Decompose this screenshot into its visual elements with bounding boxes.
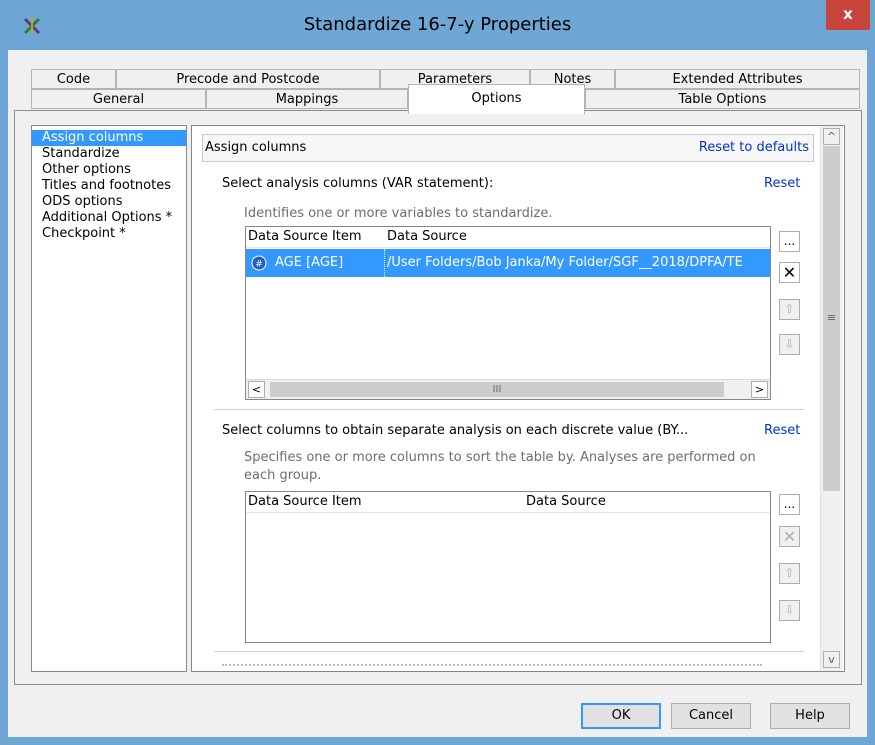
scroll-up-icon[interactable]: ^ <box>823 128 840 145</box>
col-header-item[interactable]: Data Source Item <box>248 494 362 509</box>
table-row[interactable]: # AGE [AGE] /User Folders/Bob Janka/My F… <box>246 249 770 277</box>
grid-header: Data Source Item Data Source <box>246 492 770 513</box>
move-down-by-button[interactable]: ⇩ <box>779 600 800 621</box>
move-up-var-button[interactable]: ⇧ <box>779 299 800 320</box>
tab-extended-attributes[interactable]: Extended Attributes <box>615 69 860 89</box>
grid-header: Data Source Item Data Source <box>246 227 770 248</box>
tab-table-options[interactable]: Table Options <box>585 89 860 109</box>
col-header-source[interactable]: Data Source <box>387 229 467 244</box>
window-title: Standardize 16-7-y Properties <box>303 14 572 35</box>
tab-precode-postcode[interactable]: Precode and Postcode <box>116 69 380 89</box>
nav-item-checkpoint[interactable]: Checkpoint * <box>32 226 186 242</box>
assign-columns-panel: Assign columns Reset to defaults Select … <box>191 125 845 672</box>
var-reset-link[interactable]: Reset <box>764 176 800 191</box>
row-item-name: AGE [AGE] <box>275 255 344 270</box>
vertical-thumb[interactable]: ≡ <box>823 146 840 491</box>
nav-item-assign-columns[interactable]: Assign columns <box>32 130 186 146</box>
nav-item-standardize[interactable]: Standardize <box>32 146 186 162</box>
by-reset-link[interactable]: Reset <box>764 423 800 438</box>
close-button[interactable]: x <box>826 0 870 30</box>
scroll-right-icon[interactable]: > <box>751 381 768 398</box>
section-title: Assign columns <box>205 140 307 155</box>
numeric-column-icon: # <box>251 255 267 271</box>
by-columns-grid[interactable]: Data Source Item Data Source <box>245 491 771 643</box>
clipped-next-heading <box>222 664 762 670</box>
nav-item-other-options[interactable]: Other options <box>32 162 186 178</box>
move-down-var-button[interactable]: ⇩ <box>779 334 800 355</box>
var-description: Identifies one or more variables to stan… <box>244 206 553 221</box>
horizontal-scrollbar[interactable]: < III > <box>246 379 770 399</box>
col-header-source[interactable]: Data Source <box>526 494 606 509</box>
nav-item-titles-footnotes[interactable]: Titles and footnotes <box>32 178 186 194</box>
vertical-scrollbar[interactable]: ^ ≡ v <box>820 126 843 671</box>
help-button[interactable]: Help <box>770 703 850 729</box>
remove-var-button[interactable]: ✕ <box>779 262 800 283</box>
reset-to-defaults-link[interactable]: Reset to defaults <box>699 140 809 155</box>
thumb-grip-icon: ≡ <box>826 311 837 324</box>
section-separator <box>214 409 804 410</box>
section-separator <box>214 651 804 652</box>
nav-item-ods-options[interactable]: ODS options <box>32 194 186 210</box>
cell-divider <box>384 249 386 277</box>
by-heading: Select columns to obtain separate analys… <box>222 423 689 438</box>
col-header-item[interactable]: Data Source Item <box>248 229 362 244</box>
browse-var-button[interactable]: ... <box>779 231 800 252</box>
var-columns-grid[interactable]: Data Source Item Data Source # AGE [AGE]… <box>245 226 771 400</box>
row-source-path: /User Folders/Bob Janka/My Folder/SGF__2… <box>387 255 743 270</box>
options-nav-list: Assign columns Standardize Other options… <box>31 125 187 672</box>
scroll-down-icon[interactable]: v <box>823 651 840 668</box>
remove-by-button[interactable]: ✕ <box>779 526 800 547</box>
cancel-button[interactable]: Cancel <box>671 703 751 729</box>
title-bar[interactable]: Standardize 16-7-y Properties x <box>0 0 875 50</box>
tab-general[interactable]: General <box>31 89 206 109</box>
browse-by-button[interactable]: ... <box>779 494 800 515</box>
horizontal-thumb[interactable]: III <box>270 382 724 397</box>
tab-options[interactable]: Options <box>408 84 585 114</box>
svg-text:#: # <box>255 260 263 270</box>
var-heading: Select analysis columns (VAR statement): <box>222 176 494 191</box>
tab-mappings[interactable]: Mappings <box>206 89 408 109</box>
scroll-left-icon[interactable]: < <box>248 381 265 398</box>
nav-item-additional-options[interactable]: Additional Options * <box>32 210 186 226</box>
move-up-by-button[interactable]: ⇧ <box>779 563 800 584</box>
by-description-line1: Specifies one or more columns to sort th… <box>244 450 756 465</box>
by-description-line2: each group. <box>244 468 322 483</box>
ok-button[interactable]: OK <box>581 703 661 729</box>
properties-window: Standardize 16-7-y Properties x Code Pre… <box>0 0 875 745</box>
section-header: Assign columns Reset to defaults <box>202 134 814 162</box>
tab-code[interactable]: Code <box>31 69 116 89</box>
